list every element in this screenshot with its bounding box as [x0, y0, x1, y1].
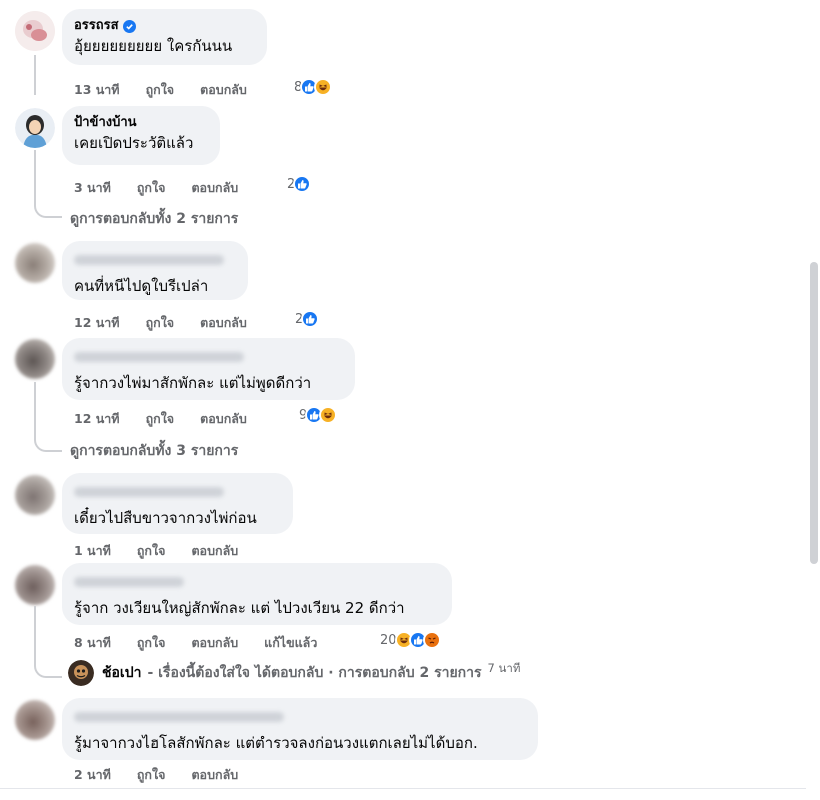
- like-button[interactable]: ถูกใจ: [146, 409, 175, 429]
- reply-button[interactable]: ตอบกลับ: [191, 765, 238, 785]
- avatar[interactable]: [15, 700, 55, 740]
- comment-text: รู้มาจากวงไฮโลสักพักละ แต่ตำรวจลงก่อนวงแ…: [74, 734, 478, 752]
- view-replies-link[interactable]: ดูการตอบกลับทั้ง 3 รายการ: [70, 440, 238, 462]
- timestamp[interactable]: 1 นาที: [74, 541, 111, 561]
- thread-connector: [34, 606, 62, 678]
- view-replies-link[interactable]: ดูการตอบกลับทั้ง 2 รายการ: [70, 208, 238, 230]
- timestamp[interactable]: 8 นาที: [74, 633, 111, 653]
- avatar[interactable]: [15, 475, 55, 515]
- comment-actions: 13 นาที ถูกใจ ตอบกลับ: [74, 80, 273, 100]
- comment-actions: 2 นาที ถูกใจ ตอบกลับ: [74, 765, 264, 785]
- comment-bubble: รู้จากวงไพ่มาสักพักละ แต่ไม่พูดดีกว่า: [62, 338, 355, 400]
- like-icon: [293, 175, 312, 193]
- commenter-name[interactable]: [74, 577, 184, 587]
- timestamp[interactable]: 12 นาที: [74, 313, 120, 333]
- comment-actions: 12 นาที ถูกใจ ตอบกลับ: [74, 313, 273, 333]
- comment-text: อุ้ยยยยยยยยย ใครกันนน: [74, 37, 233, 55]
- comment-actions: 12 นาที ถูกใจ ตอบกลับ: [74, 409, 273, 429]
- reply-time: 7 นาที: [487, 661, 521, 675]
- reply-button[interactable]: ตอบกลับ: [200, 409, 247, 429]
- reply-button[interactable]: ตอบกลับ: [191, 633, 238, 653]
- comment-text: คนที่หนีไปดูใบรีเปล่า: [74, 277, 209, 295]
- reaction-summary[interactable]: 2: [295, 310, 320, 328]
- avatar: [68, 660, 94, 686]
- avatar[interactable]: [15, 108, 55, 148]
- comment-text: รู้จาก วงเวียนใหญ่สักพักละ แต่ ไปวงเวียน…: [74, 599, 405, 617]
- reaction-summary[interactable]: 8: [294, 78, 333, 96]
- divider: [0, 788, 820, 789]
- reaction-summary[interactable]: 2: [287, 175, 312, 193]
- comment-bubble: คนที่หนีไปดูใบรีเปล่า: [62, 241, 248, 300]
- commenter-name[interactable]: อรรถรส: [74, 17, 255, 35]
- comment-bubble: อรรถรส อุ้ยยยยยยยยย ใครกันนน: [62, 9, 267, 65]
- haha-icon: [319, 406, 338, 424]
- thread-connector: [34, 382, 62, 452]
- reply-button[interactable]: ตอบกลับ: [191, 178, 238, 198]
- commenter-name[interactable]: [74, 712, 284, 722]
- thread-connector: [34, 150, 62, 218]
- commenter-name[interactable]: [74, 352, 244, 362]
- edited-label[interactable]: แก้ไขแล้ว: [264, 633, 317, 653]
- haha-icon: [314, 78, 333, 96]
- timestamp[interactable]: 2 นาที: [74, 765, 111, 785]
- reaction-summary[interactable]: 20: [380, 631, 441, 649]
- scrollbar[interactable]: [806, 0, 820, 800]
- comment-text: รู้จากวงไพ่มาสักพักละ แต่ไม่พูดดีกว่า: [74, 374, 312, 392]
- comment-actions: 8 นาที ถูกใจ ตอบกลับ แก้ไขแล้ว: [74, 633, 343, 653]
- like-button[interactable]: ถูกใจ: [146, 313, 175, 333]
- comment-bubble: รู้มาจากวงไฮโลสักพักละ แต่ตำรวจลงก่อนวงแ…: [62, 698, 538, 760]
- reply-button[interactable]: ตอบกลับ: [191, 541, 238, 561]
- verified-badge-icon: [122, 19, 136, 33]
- reaction-summary[interactable]: 9: [299, 406, 338, 424]
- like-button[interactable]: ถูกใจ: [137, 765, 166, 785]
- avatar[interactable]: [15, 339, 55, 379]
- like-button[interactable]: ถูกใจ: [137, 633, 166, 653]
- timestamp[interactable]: 12 นาที: [74, 409, 120, 429]
- avatar[interactable]: [15, 11, 55, 51]
- comment-actions: 1 นาที ถูกใจ ตอบกลับ: [74, 541, 264, 561]
- commenter-name[interactable]: ป้าข้างบ้าน: [74, 114, 208, 132]
- timestamp[interactable]: 3 นาที: [74, 178, 111, 198]
- thread-line: [34, 55, 36, 95]
- commenter-name[interactable]: [74, 255, 224, 265]
- like-icon: [301, 310, 320, 328]
- comment-bubble: เดี๋ยวไปสืบขาวจากวงไพ่ก่อน: [62, 473, 293, 534]
- like-button[interactable]: ถูกใจ: [137, 541, 166, 561]
- comment-text: เคยเปิดประวัติแล้ว: [74, 134, 194, 152]
- commenter-name[interactable]: [74, 487, 224, 497]
- like-button[interactable]: ถูกใจ: [137, 178, 166, 198]
- reply-button[interactable]: ตอบกลับ: [200, 80, 247, 100]
- reply-author[interactable]: ช้อเปา: [102, 662, 141, 684]
- scrollbar-thumb[interactable]: [810, 262, 818, 564]
- reply-summary[interactable]: - เรื่องนี้ต้องใส่ใจ ได้ตอบกลับ · การตอบ…: [147, 662, 481, 684]
- comment-bubble: ป้าข้างบ้าน เคยเปิดประวัติแล้ว: [62, 106, 220, 165]
- timestamp[interactable]: 13 นาที: [74, 80, 120, 100]
- comment-actions: 3 นาที ถูกใจ ตอบกลับ: [74, 178, 264, 198]
- reply-preview[interactable]: ช้อเปา - เรื่องนี้ต้องใส่ใจ ได้ตอบกลับ ·…: [68, 660, 520, 686]
- reply-button[interactable]: ตอบกลับ: [200, 313, 247, 333]
- comment-bubble: รู้จาก วงเวียนใหญ่สักพักละ แต่ ไปวงเวียน…: [62, 563, 452, 625]
- comment-text: เดี๋ยวไปสืบขาวจากวงไพ่ก่อน: [74, 509, 257, 527]
- avatar[interactable]: [15, 243, 55, 283]
- angry-icon: [422, 631, 441, 649]
- like-button[interactable]: ถูกใจ: [146, 80, 175, 100]
- avatar[interactable]: [15, 565, 55, 605]
